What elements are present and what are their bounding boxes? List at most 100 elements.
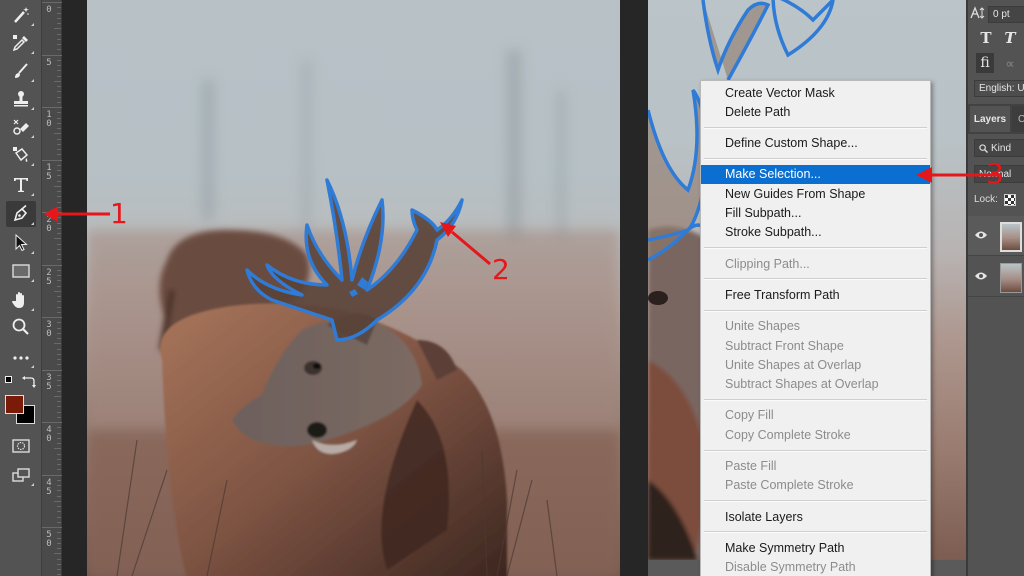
menu-separator (704, 531, 927, 534)
visibility-eye-icon[interactable] (974, 271, 988, 281)
ruler-minor-tick (57, 128, 61, 129)
ruler-minor-tick (57, 558, 61, 560)
ruler-minor-tick (57, 296, 61, 297)
filter-kind-label: Kind (991, 142, 1012, 154)
zoom-tool[interactable] (6, 314, 36, 340)
menu-item-define-custom-shape[interactable]: Define Custom Shape... (701, 134, 930, 153)
ruler-minor-tick (57, 548, 61, 549)
ruler-minor-tick (57, 306, 61, 308)
lock-transparent-pixels-button[interactable] (1004, 194, 1016, 206)
tab-channels[interactable]: Channels (1012, 106, 1024, 132)
menu-item-new-guides-from-shape[interactable]: New Guides From Shape (701, 184, 930, 203)
ruler-minor-tick (57, 469, 61, 471)
submenu-indicator (31, 483, 34, 486)
menu-separator (704, 449, 927, 452)
document-canvas[interactable] (87, 0, 620, 576)
menu-item-make-selection[interactable]: Make Selection... (701, 164, 930, 184)
ruler-minor-tick (54, 185, 61, 187)
annotation-label-3: 3 (986, 157, 1004, 190)
swap-colors-button[interactable] (22, 375, 36, 388)
quick-mask-button[interactable] (6, 433, 36, 459)
menu-item-make-symmetry-path[interactable]: Make Symmetry Path (701, 538, 930, 557)
menu-item-subtract-shapes-at-overlap[interactable]: Subtract Shapes at Overlap (701, 375, 930, 394)
layer-row[interactable] (968, 257, 1024, 297)
ruler-minor-tick (57, 175, 61, 177)
menu-item-unite-shapes[interactable]: Unite Shapes (701, 317, 930, 336)
menu-item-unite-shapes-at-overlap[interactable]: Unite Shapes at Overlap (701, 355, 930, 374)
ruler-minor-tick (57, 311, 61, 313)
clone-stamp-tool[interactable] (6, 86, 36, 112)
tracking-icon (970, 6, 986, 20)
ruler-minor-tick (57, 380, 61, 381)
ruler-minor-tick (57, 285, 61, 287)
type-tool[interactable] (6, 172, 36, 198)
ruler-minor-tick (57, 416, 61, 418)
ruler-minor-tick (57, 521, 61, 523)
default-colors-button[interactable] (5, 376, 16, 387)
visibility-eye-icon[interactable] (974, 230, 988, 240)
hand-icon (12, 292, 24, 308)
discretionary-ligature-icon[interactable]: ∝ (1002, 56, 1018, 72)
submenu-indicator (31, 51, 34, 54)
language-select[interactable]: English: USA (974, 80, 1024, 97)
ruler-minor-tick (54, 500, 61, 502)
menu-item-create-vector-mask[interactable]: Create Vector Mask (701, 83, 930, 102)
ruler-minor-tick (57, 495, 61, 497)
ruler-minor-tick (57, 112, 61, 114)
ruler-minor-tick (57, 33, 61, 35)
menu-item-paste-complete-stroke[interactable]: Paste Complete Stroke (701, 476, 930, 495)
ruler-minor-tick (57, 458, 61, 460)
vertical-ruler[interactable]: 0 5 10 15 20 25 30 35 40 45 50 (42, 0, 62, 576)
menu-item-stroke-subpath[interactable]: Stroke Subpath... (701, 223, 930, 242)
ruler-minor-tick (57, 259, 61, 261)
ruler-minor-tick (57, 532, 61, 534)
paint-bucket-tool[interactable] (6, 142, 36, 168)
rectangle-tool[interactable] (6, 258, 36, 284)
layer-row[interactable] (968, 216, 1024, 256)
brush-tool[interactable] (6, 58, 36, 84)
faux-italic-button[interactable]: T (1002, 29, 1018, 47)
menu-item-fill-subpath[interactable]: Fill Subpath... (701, 204, 930, 223)
ruler-minor-tick (57, 390, 61, 392)
menu-item-copy-complete-stroke[interactable]: Copy Complete Stroke (701, 425, 930, 444)
pen-tool[interactable] (6, 201, 36, 227)
ruler-minor-tick (57, 65, 61, 66)
faux-bold-button[interactable]: T (978, 29, 994, 47)
ruler-minor-tick (57, 70, 61, 72)
ruler-minor-tick (54, 395, 61, 397)
edit-toolbar-button[interactable] (6, 344, 36, 370)
ruler-minor-tick (57, 86, 61, 87)
ruler-minor-tick (57, 364, 61, 366)
screen-mode-button[interactable] (6, 462, 36, 488)
ruler-minor-tick (57, 248, 61, 250)
screen-mode-icon (12, 468, 30, 482)
hand-tool[interactable] (6, 287, 36, 313)
ligature-button[interactable]: fi (976, 53, 994, 73)
eraser-tool[interactable] (6, 114, 36, 140)
ruler-minor-tick (57, 574, 61, 576)
ruler-minor-tick (57, 563, 61, 565)
tracking-field[interactable]: 0 pt (988, 6, 1024, 23)
menu-item-copy-fill[interactable]: Copy Fill (701, 406, 930, 425)
magic-wand-tool[interactable] (6, 2, 36, 28)
tab-layers[interactable]: Layers (970, 106, 1010, 132)
ruler-major-tick (42, 474, 62, 476)
layer-filter-field[interactable]: Kind (974, 139, 1024, 157)
ruler-minor-tick (57, 511, 61, 513)
ruler-minor-tick (57, 17, 61, 19)
menu-item-clipping-path[interactable]: Clipping Path... (701, 254, 930, 273)
ruler-minor-tick (57, 479, 61, 481)
eyedropper-tool[interactable] (6, 30, 36, 56)
layer-thumbnail (1000, 222, 1022, 252)
ruler-minor-tick (57, 506, 61, 507)
menu-item-subtract-front-shape[interactable]: Subtract Front Shape (701, 336, 930, 355)
menu-item-free-transform-path[interactable]: Free Transform Path (701, 285, 930, 304)
menu-item-disable-symmetry-path[interactable]: Disable Symmetry Path (701, 558, 930, 576)
path-selection-tool[interactable] (6, 230, 36, 256)
ruler-label: 35 (46, 372, 52, 392)
foreground-color-swatch[interactable] (5, 395, 24, 414)
ruler-minor-tick (57, 432, 61, 434)
menu-item-delete-path[interactable]: Delete Path (701, 102, 930, 121)
menu-item-isolate-layers[interactable]: Isolate Layers (701, 507, 930, 526)
menu-item-paste-fill[interactable]: Paste Fill (701, 457, 930, 476)
